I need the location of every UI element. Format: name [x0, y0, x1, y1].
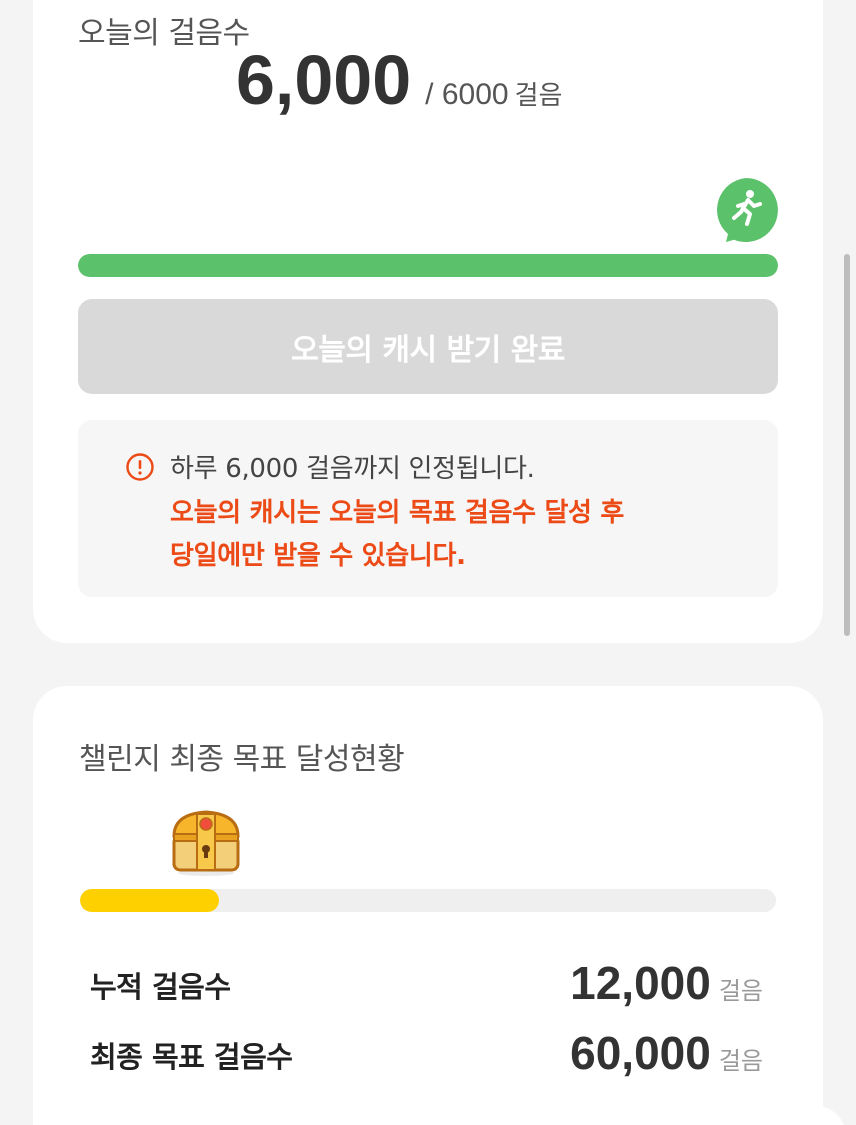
accumulated-steps-value: 12,000: [570, 957, 711, 1009]
notice-warning-line-1: 오늘의 캐시는 오늘의 목표 걸음수 달성 후: [170, 498, 625, 528]
accumulated-steps-readout: 12,000 걸음: [570, 956, 763, 1010]
final-goal-steps-label: 최종 목표 걸음수: [90, 1040, 293, 1074]
accumulated-steps-unit: 걸음: [718, 977, 763, 1005]
final-goal-steps-unit: 걸음: [718, 1047, 763, 1075]
today-progress-bar: [78, 254, 778, 277]
cash-claimed-button[interactable]: 오늘의 캐시 받기 완료: [78, 299, 778, 394]
warning-circle-icon: [126, 453, 154, 481]
today-steps-value: 6,000: [236, 41, 412, 119]
treasure-chest-icon: [172, 810, 240, 876]
notice-warning-line-2: 당일에만 받을 수 있습니다.: [170, 541, 466, 571]
challenge-progress-fill: [80, 889, 220, 912]
today-steps-card: 오늘의 걸음수 6,000 / 6000 걸음 오늘의 캐시 받기 완료 하루 6,…: [33, 0, 823, 643]
running-person-icon: [717, 178, 778, 242]
challenge-status-card: 챌린지 최종 목표 달성현황 누적 걸음수 12,000 걸음 최종 목표 걸음수…: [33, 686, 823, 1125]
step-limit-notice: 하루 6,000 걸음까지 인정됩니다. 오늘의 캐시는 오늘의 목표 걸음수 …: [78, 420, 778, 597]
today-steps-title: 오늘의 걸음수: [78, 16, 250, 51]
notice-text: 하루 6,000 걸음까지 인정됩니다.: [170, 454, 535, 484]
today-goal-value: / 6000: [425, 78, 509, 111]
today-goal-unit: 걸음: [514, 81, 563, 111]
accumulated-steps-label: 누적 걸음수: [90, 970, 231, 1004]
challenge-title: 챌린지 최종 목표 달성현황: [79, 742, 405, 777]
challenge-progress-bar: [80, 889, 776, 912]
today-steps-readout: 6,000 / 6000 걸음: [236, 40, 562, 120]
today-progress-fill: [78, 254, 778, 277]
final-goal-steps-readout: 60,000 걸음: [570, 1026, 763, 1080]
scrollbar[interactable]: [844, 254, 850, 636]
final-goal-steps-value: 60,000: [570, 1027, 711, 1079]
